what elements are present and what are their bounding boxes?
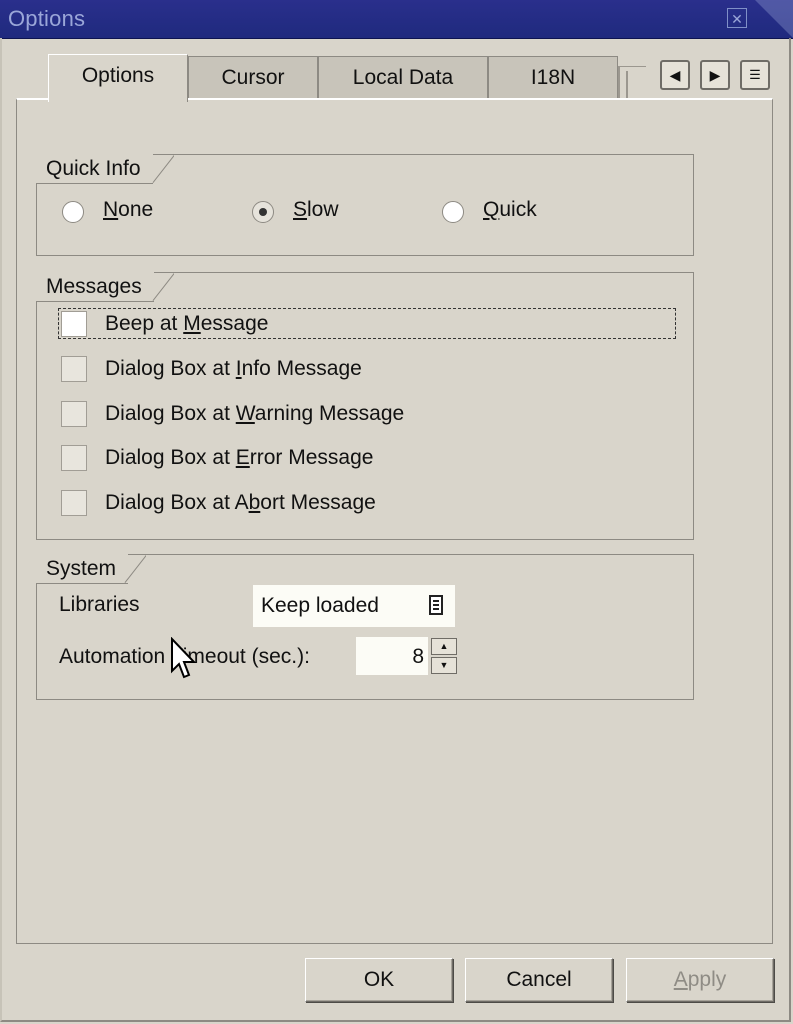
group-label-slant [122,554,146,585]
messages-title: Messages [36,272,154,302]
system-title: System [36,554,129,584]
more-tabs-indicator [618,66,646,100]
warning-message-label: Dialog Box at Warning Message [105,402,405,425]
radio-quick[interactable] [442,201,464,223]
ok-button[interactable]: OK [305,958,453,1002]
info-message-label: Dialog Box at Info Message [105,357,362,380]
quick-info-title: Quick Info [36,154,153,184]
error-message-checkbox[interactable] [61,445,87,471]
cancel-button[interactable]: Cancel [465,958,613,1002]
window-title: Options [8,6,86,31]
tab-options[interactable]: Options [48,54,188,102]
tab-local-data[interactable]: Local Data [318,56,488,98]
mouse-cursor-icon [171,637,196,679]
beep-label: Beep at Message [105,312,269,335]
close-icon[interactable]: ✕ [727,8,747,28]
beep-checkbox[interactable] [61,311,87,337]
dropdown-list-icon[interactable] [429,595,443,615]
group-label-slant [150,272,174,303]
triangle-right-icon[interactable]: ▶ [700,60,730,90]
tab-label: I18N [530,66,576,89]
radio-none-label: None [103,198,154,221]
tab-label: Options [81,64,155,87]
timeout-value: 8 [412,645,424,668]
libraries-value: Keep loaded [261,594,379,617]
timeout-input[interactable]: 8 [356,637,428,675]
tab-cursor[interactable]: Cursor [188,56,318,98]
tab-label: Cursor [221,66,285,89]
triangle-left-icon[interactable]: ◀ [660,60,690,90]
spin-up-icon[interactable]: ▲ [431,638,457,655]
spin-down-icon[interactable]: ▼ [431,657,457,674]
tab-label: Local Data [352,66,454,89]
libraries-dropdown[interactable]: Keep loaded [253,585,455,627]
radio-none[interactable] [62,201,84,223]
tab-i18n[interactable]: I18N [488,56,618,98]
radio-slow[interactable] [252,201,274,223]
abort-message-checkbox[interactable] [61,490,87,516]
warning-message-checkbox[interactable] [61,401,87,427]
abort-message-label: Dialog Box at Abort Message [105,491,376,514]
radio-slow-label: Slow [293,198,339,221]
apply-button[interactable]: Apply [626,958,774,1002]
libraries-label: Libraries [59,593,140,616]
radio-quick-label: Quick [483,198,537,221]
title-bar: Options [0,0,793,39]
title-bar-corner [755,0,793,38]
group-label-slant [150,154,174,185]
tab-list-icon[interactable]: ☰ [740,60,770,90]
info-message-checkbox[interactable] [61,356,87,382]
error-message-label: Dialog Box at Error Message [105,446,374,469]
